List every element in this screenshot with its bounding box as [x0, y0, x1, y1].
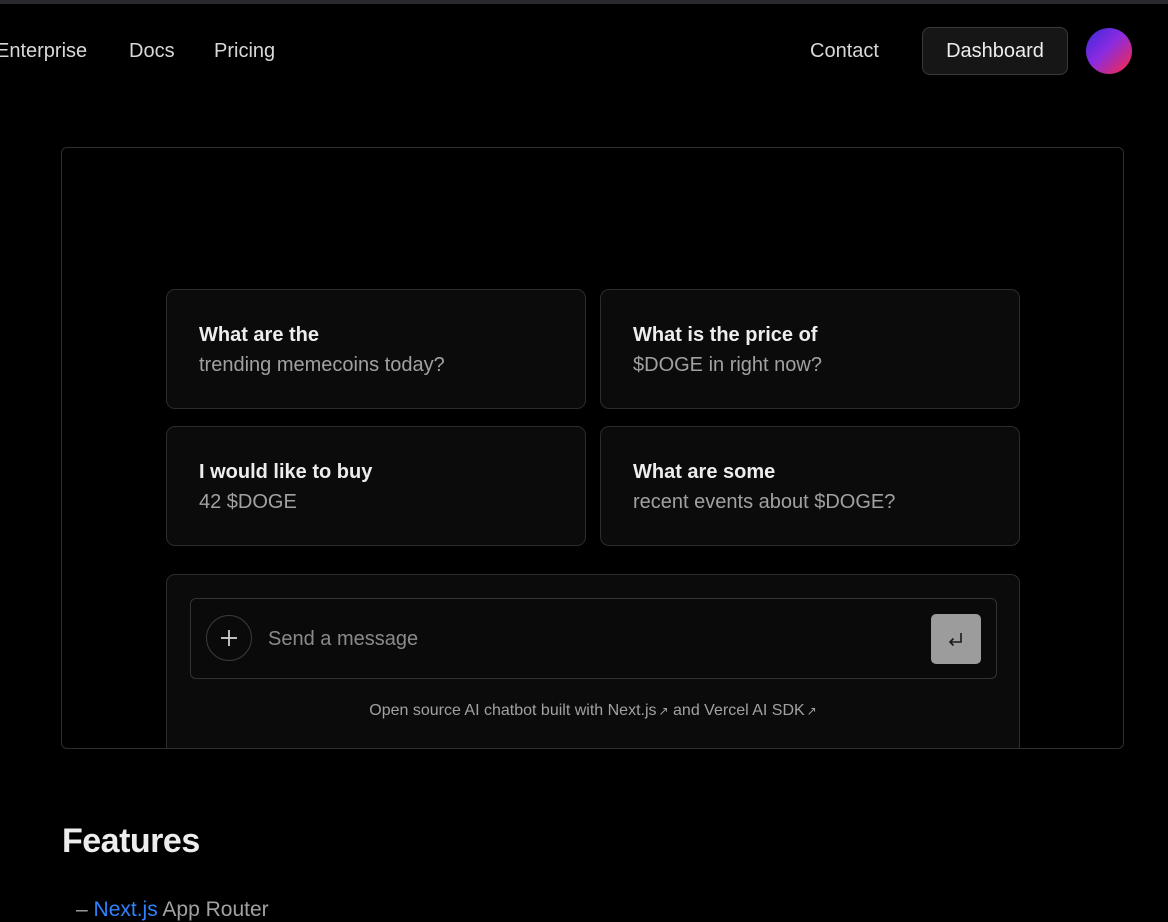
feature-item-text: App Router [157, 898, 269, 921]
suggestion-card-doge-price[interactable]: What is the price of $DOGE in right now? [600, 289, 1020, 409]
features-heading: Features [62, 822, 200, 860]
nextjs-link-label: Next.js [607, 702, 657, 719]
external-link-arrow-icon: ↗ [806, 704, 817, 718]
suggestion-title: What are some [633, 461, 776, 483]
message-input-box [190, 598, 997, 679]
plus-icon [221, 630, 237, 646]
nav-link-pricing[interactable]: Pricing [214, 40, 275, 63]
footer-prefix-text: Open source AI chatbot built with [369, 702, 608, 719]
suggestion-subtitle: recent events about $DOGE? [633, 491, 896, 513]
chatbot-footer-note: Open source AI chatbot built with Next.j… [167, 702, 1019, 720]
chat-demo-frame: What are the trending memecoins today? W… [61, 147, 1124, 749]
footer-middle-text: and [668, 702, 705, 719]
feature-nextjs-link[interactable]: Next.js [94, 898, 158, 921]
user-avatar[interactable] [1086, 28, 1132, 74]
suggestion-card-doge-events[interactable]: What are some recent events about $DOGE? [600, 426, 1020, 546]
dashboard-button[interactable]: Dashboard [922, 27, 1068, 75]
send-message-button[interactable] [931, 614, 981, 664]
list-bullet: – [76, 898, 88, 921]
nav-link-docs[interactable]: Docs [129, 40, 175, 63]
nav-link-contact[interactable]: Contact [810, 40, 879, 63]
message-composer-panel: Open source AI chatbot built with Next.j… [166, 574, 1020, 748]
feature-list-item: – Next.js App Router [76, 898, 269, 922]
vercel-ai-sdk-link-label: Vercel AI SDK [704, 702, 805, 719]
nav-link-enterprise[interactable]: Enterprise [0, 40, 87, 63]
top-navigation: Enterprise Docs Pricing Contact Dashboar… [0, 4, 1168, 100]
suggestion-card-trending-memecoins[interactable]: What are the trending memecoins today? [166, 289, 586, 409]
suggestion-subtitle: 42 $DOGE [199, 491, 297, 513]
suggestion-title: What are the [199, 324, 320, 346]
vercel-ai-sdk-link[interactable]: Vercel AI SDK ↗ [704, 702, 817, 719]
message-input[interactable] [266, 617, 920, 661]
suggestion-card-buy-doge[interactable]: I would like to buy 42 $DOGE [166, 426, 586, 546]
new-chat-button[interactable] [206, 615, 252, 661]
external-link-arrow-icon: ↗ [658, 704, 669, 718]
suggestion-title: What is the price of [633, 324, 818, 346]
suggestion-subtitle: $DOGE in right now? [633, 354, 822, 376]
nextjs-link[interactable]: Next.js ↗ [608, 702, 669, 719]
suggestion-subtitle: trending memecoins today? [199, 354, 445, 376]
enter-return-icon [948, 633, 962, 647]
suggestion-title: I would like to buy [199, 461, 373, 483]
